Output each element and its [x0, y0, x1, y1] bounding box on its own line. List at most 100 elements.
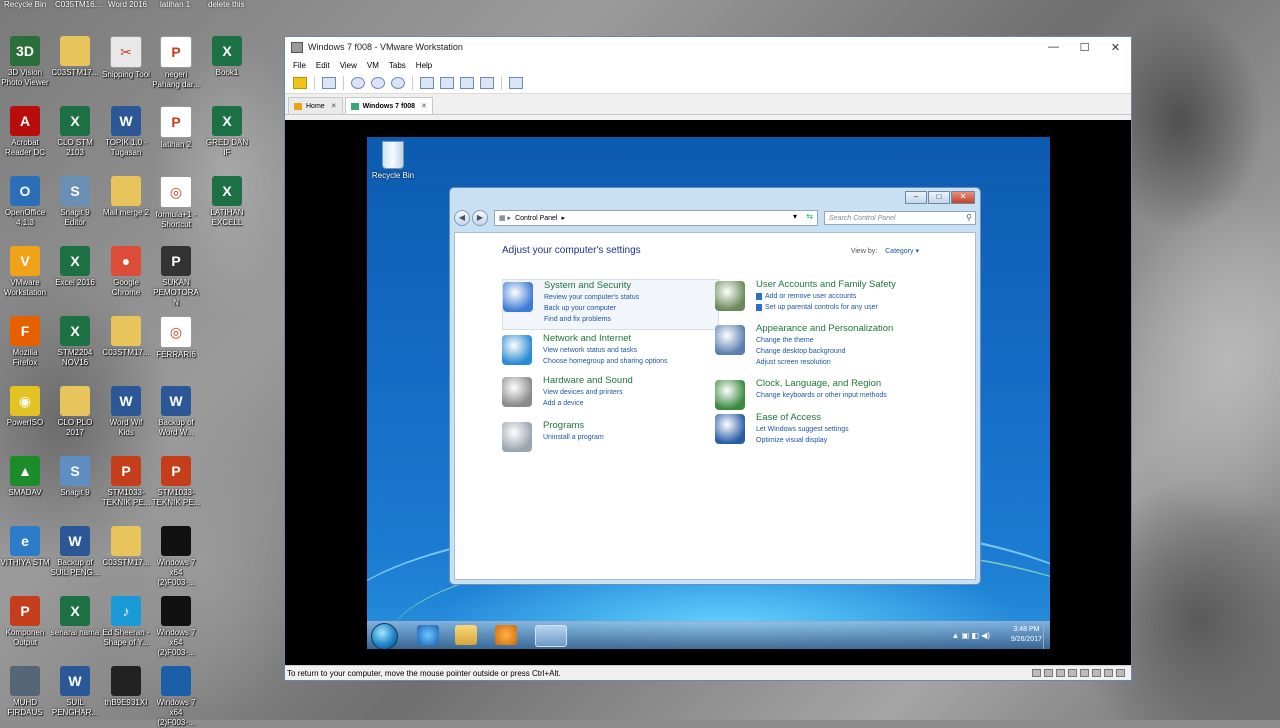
category-link[interactable]: Change the theme	[756, 335, 936, 346]
desktop-icon[interactable]: W Word Wif Kids	[101, 386, 151, 438]
desktop-icon[interactable]: V VMware Workstation	[0, 246, 50, 298]
desktop-icon[interactable]: C03STM17...	[50, 36, 100, 78]
desktop-icon[interactable]: P STM1033- TEKNIK PE...	[151, 456, 201, 508]
category-link[interactable]: Optimize visual display	[756, 435, 936, 446]
minimize-button[interactable]: —	[1038, 37, 1069, 57]
desktop-label-partial[interactable]: latihan 1	[160, 0, 190, 9]
desktop-icon[interactable]: ▲ SMADAV	[0, 456, 50, 498]
desktop-icon[interactable]: Platihan 2	[151, 106, 201, 150]
desktop-icon[interactable]: W Backup of SUIL PENG...	[50, 526, 100, 578]
desktop-icon[interactable]: P STM1033- TEKNIK PE...	[101, 456, 151, 508]
show-desktop-button[interactable]	[1043, 622, 1050, 649]
desktop-icon[interactable]: W SUIL PENGHAR...	[50, 666, 100, 718]
category-title[interactable]: System and Security	[544, 280, 724, 292]
view-by-dropdown[interactable]: Category ▾	[885, 248, 919, 255]
cp-maximize-button[interactable]: □	[928, 191, 950, 204]
console-view-icon[interactable]	[509, 77, 523, 89]
control-panel-taskbar-icon[interactable]	[535, 625, 567, 647]
menu-vm[interactable]: VM	[362, 61, 384, 70]
device-status-icons[interactable]	[1029, 669, 1125, 677]
desktop-icon[interactable]: A Acrobat Reader DC	[0, 106, 50, 158]
maximize-button[interactable]: ☐	[1069, 37, 1100, 57]
desktop-icon[interactable]: e VITHIYA STM	[0, 526, 50, 568]
category-title[interactable]: Clock, Language, and Region	[756, 378, 936, 390]
category-title[interactable]: Ease of Access	[756, 412, 936, 424]
category-link[interactable]: Back up your computer	[544, 303, 724, 314]
desktop-icon[interactable]: W TOPIK 1.0 - Tugasan	[101, 106, 151, 158]
thumbnail-bar-icon[interactable]	[440, 77, 454, 89]
tab-close-icon[interactable]: ✕	[331, 102, 337, 110]
snapshot-icon[interactable]	[351, 77, 365, 89]
desktop-icon[interactable]: P Komponen Output	[0, 596, 50, 648]
category-link[interactable]: Choose homegroup and sharing options	[543, 356, 723, 367]
full-screen-icon[interactable]	[460, 77, 474, 89]
guest-recycle-bin[interactable]: Recycle Bin	[370, 141, 416, 180]
desktop-label-partial[interactable]: Recycle Bin	[4, 0, 46, 9]
desktop-icon[interactable]: S Snagit 9	[50, 456, 100, 498]
category-link[interactable]: Add a device	[543, 398, 723, 409]
desktop-icon[interactable]: Mail merge 2	[101, 176, 151, 218]
desktop-icon[interactable]: ◎ formula+1 - Shortcut	[151, 176, 201, 230]
desktop-label-partial[interactable]: delete this	[208, 0, 244, 9]
desktop-icon[interactable]: thB9E931XI	[101, 666, 151, 708]
explorer-folder-icon[interactable]	[455, 625, 477, 645]
desktop-icon[interactable]: X STM2204 NOV16	[50, 316, 100, 368]
search-input[interactable]: Search Control Panel ⚲	[824, 211, 976, 225]
category-hardware-and-sound[interactable]: Hardware and Sound View devices and print…	[502, 375, 717, 413]
tab-windows7-f008[interactable]: Windows 7 f008 ✕	[344, 97, 433, 114]
breadcrumb-chevron-icon[interactable]: ▸	[562, 214, 566, 222]
address-dropdown-icon[interactable]: ▾	[793, 212, 797, 221]
tab-close-icon[interactable]: ✕	[421, 102, 427, 110]
desktop-icon[interactable]: O OpenOffice 4.1.3	[0, 176, 50, 228]
back-arrow-icon[interactable]: ◀	[454, 210, 470, 226]
desktop-icon[interactable]: C03STM17...	[101, 526, 151, 568]
send-ctrl-alt-del-icon[interactable]	[322, 77, 336, 89]
guest-desktop[interactable]: Recycle Bin – □ ✕ ◀ ▶ ▦ ▸ Control Panel	[367, 137, 1050, 649]
category-programs[interactable]: Programs Uninstall a program	[502, 420, 717, 452]
desktop-icon[interactable]: ✂ Snipping Tool	[101, 36, 151, 80]
desktop-icon[interactable]: Xsenarai nama	[50, 596, 100, 638]
desktop-icon[interactable]: ● Google Chrome	[101, 246, 151, 298]
vm-console[interactable]: Recycle Bin – □ ✕ ◀ ▶ ▦ ▸ Control Panel	[285, 120, 1131, 665]
desktop-icon[interactable]: 3D 3D Vision Photo Viewer	[0, 36, 50, 88]
category-link[interactable]: Add or remove user accounts	[756, 291, 936, 302]
refresh-icon[interactable]: ⇆	[806, 212, 813, 221]
desktop-icon[interactable]: MUHD FIRDAUS	[0, 666, 50, 718]
category-system-and-security[interactable]: System and Security Review your computer'…	[502, 279, 719, 330]
media-player-icon[interactable]	[495, 625, 517, 645]
clock[interactable]: 3:48 PM 9/26/2017	[1011, 625, 1042, 645]
desktop-icon[interactable]: X LATIHAN EXCELL	[202, 176, 252, 228]
desktop-icon[interactable]: P SUKAN PEMOTORAN	[151, 246, 201, 308]
desktop-icon[interactable]: Windows 7 x64 (2)F003-...	[151, 596, 201, 658]
desktop-icon[interactable]: Pnegeri Pahang dar...	[151, 36, 201, 90]
category-link[interactable]: Adjust screen resolution	[756, 357, 936, 368]
cp-minimize-button[interactable]: –	[905, 191, 927, 204]
category-clock-language-and-region[interactable]: Clock, Language, and Region Change keyboa…	[715, 378, 930, 410]
desktop-icon[interactable]: ◉ PowerISO	[0, 386, 50, 428]
power-pause-icon[interactable]	[293, 77, 307, 89]
category-link[interactable]: Find and fix problems	[544, 314, 724, 325]
internet-explorer-icon[interactable]	[417, 625, 439, 645]
close-button[interactable]: ✕	[1100, 37, 1131, 57]
category-ease-of-access[interactable]: Ease of Access Let Windows suggest settin…	[715, 412, 930, 450]
category-title[interactable]: Appearance and Personalization	[756, 323, 936, 335]
desktop-label-partial[interactable]: Word 2016	[108, 0, 147, 9]
desktop-icon[interactable]: F Mozilla Firefox	[0, 316, 50, 368]
forward-arrow-icon[interactable]: ▶	[472, 210, 488, 226]
category-link[interactable]: Uninstall a program	[543, 432, 723, 443]
revert-snapshot-icon[interactable]	[371, 77, 385, 89]
category-link[interactable]: Set up parental controls for any user	[756, 302, 936, 313]
category-link[interactable]: Review your computer's status	[544, 292, 724, 303]
desktop-icon[interactable]: C03STM17...	[101, 316, 151, 358]
menu-edit[interactable]: Edit	[311, 61, 335, 70]
category-title[interactable]: User Accounts and Family Safety	[756, 279, 936, 291]
desktop-icon[interactable]: X CLO STM 2103	[50, 106, 100, 158]
menu-file[interactable]: File	[288, 61, 311, 70]
desktop-icon[interactable]: ◎ FERRARI6	[151, 316, 201, 360]
desktop-icon[interactable]: ♪ Ed Sheeran - Shape of Y...	[101, 596, 151, 648]
menu-tabs[interactable]: Tabs	[384, 61, 411, 70]
category-link[interactable]: View devices and printers	[543, 387, 723, 398]
unity-icon[interactable]	[480, 77, 494, 89]
address-bar[interactable]: ▦ ▸ Control Panel ▸ ▾ ⇆	[494, 210, 818, 226]
menu-view[interactable]: View	[335, 61, 362, 70]
